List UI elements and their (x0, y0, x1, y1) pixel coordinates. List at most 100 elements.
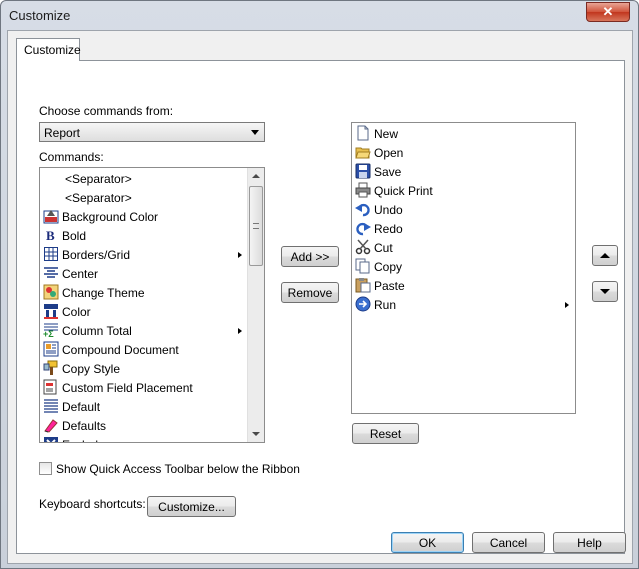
quick-access-item-label: Run (374, 298, 397, 312)
command-item-label: Compound Document (62, 343, 179, 357)
command-item-label: Bold (62, 229, 87, 243)
keyboard-customize-button[interactable]: Customize... (147, 496, 236, 517)
command-item-label: Exclude (62, 438, 105, 442)
dialog-body: Customize Choose commands from: Report C… (7, 30, 633, 564)
quick-access-item[interactable]: Run (352, 295, 575, 314)
exclude-icon (43, 436, 59, 442)
svg-text:+Σ: +Σ (43, 329, 54, 338)
redo-icon (355, 220, 371, 236)
quick-access-item[interactable]: Paste (352, 276, 575, 295)
command-item[interactable]: Change Theme (40, 283, 264, 302)
background-color-icon (43, 208, 59, 224)
command-item[interactable]: Copy Style (40, 359, 264, 378)
chevron-down-icon (251, 130, 259, 135)
column-total-icon: +Σ (43, 322, 59, 338)
color-icon (43, 303, 59, 319)
save-icon (355, 163, 371, 179)
cancel-button[interactable]: Cancel (472, 532, 545, 553)
quick-access-item[interactable]: Redo (352, 219, 575, 238)
command-item-label: Change Theme (62, 286, 145, 300)
command-item-label: <Separator> (65, 172, 132, 186)
copy-style-icon (43, 360, 59, 376)
default-icon (43, 398, 59, 414)
choose-commands-dropdown[interactable]: Report (39, 122, 265, 142)
center-align-icon (43, 265, 59, 281)
quick-access-item-label: Open (374, 146, 404, 160)
quick-access-item[interactable]: New (352, 124, 575, 143)
choose-commands-label: Choose commands from: (39, 104, 174, 118)
run-icon (355, 296, 371, 312)
command-item-label: Center (62, 267, 99, 281)
scroll-up-button[interactable] (248, 168, 264, 184)
commands-list[interactable]: Exclude Defaults Default Custom Field Place… (39, 167, 265, 443)
command-item[interactable]: Color (40, 302, 264, 321)
svg-text:B: B (46, 228, 55, 243)
quick-access-item-label: Redo (374, 222, 403, 236)
quick-access-list[interactable]: Run Paste Copy Cut Redo Undo Quick Print Save Op… (351, 122, 576, 414)
quick-access-item[interactable]: Save (352, 162, 575, 181)
command-item[interactable]: Exclude (40, 435, 264, 442)
submenu-arrow-icon (238, 328, 242, 334)
show-below-ribbon-label[interactable]: Show Quick Access Toolbar below the Ribb… (56, 462, 300, 476)
quick-access-item[interactable]: Undo (352, 200, 575, 219)
arrow-up-icon (600, 253, 610, 258)
scroll-thumb[interactable] (249, 186, 263, 266)
scroll-down-arrow-icon (252, 432, 260, 436)
undo-icon (355, 201, 371, 217)
bold-icon: B (43, 227, 59, 243)
scroll-down-button[interactable] (248, 426, 264, 442)
arrow-down-icon (600, 289, 610, 294)
keyboard-shortcuts-label: Keyboard shortcuts: (39, 497, 146, 511)
command-item-label: Background Color (62, 210, 159, 224)
grip-icon (253, 223, 259, 229)
close-icon: ✕ (602, 4, 614, 19)
copy-icon (355, 258, 371, 274)
commands-scrollbar[interactable] (247, 168, 264, 442)
help-button[interactable]: Help (553, 532, 626, 553)
reset-button[interactable]: Reset (352, 423, 419, 444)
command-item[interactable]: Borders/Grid (40, 245, 264, 264)
quick-access-item-label: Paste (374, 279, 405, 293)
add-button[interactable]: Add >> (281, 246, 339, 267)
command-item-label: Borders/Grid (62, 248, 131, 262)
change-theme-icon (43, 284, 59, 300)
submenu-arrow-icon (565, 302, 569, 308)
customize-dialog: Customize ✕ Customize Choose commands fr… (0, 0, 639, 569)
quick-access-item[interactable]: Cut (352, 238, 575, 257)
quick-access-item-label: Quick Print (374, 184, 433, 198)
window-title: Customize (9, 8, 71, 23)
command-item[interactable]: Center (40, 264, 264, 283)
quick-access-item-label: Save (374, 165, 402, 179)
command-item[interactable]: Background Color (40, 207, 264, 226)
choose-commands-value: Report (44, 126, 81, 140)
title-bar[interactable]: Customize ✕ (1, 1, 638, 31)
submenu-arrow-icon (238, 252, 242, 258)
command-item[interactable]: B Bold (40, 226, 264, 245)
move-down-button[interactable] (592, 281, 618, 302)
show-below-ribbon-checkbox[interactable] (39, 462, 52, 475)
command-item[interactable]: Compound Document (40, 340, 264, 359)
new-document-icon (355, 125, 371, 141)
commands-label: Commands: (39, 150, 104, 164)
paste-icon (355, 277, 371, 293)
custom-field-placement-icon (43, 379, 59, 395)
tab-customize[interactable]: Customize (16, 38, 81, 61)
quick-access-item[interactable]: Copy (352, 257, 575, 276)
close-button[interactable]: ✕ (586, 2, 630, 22)
command-item[interactable]: <Separator> (40, 169, 264, 188)
printer-icon (355, 182, 371, 198)
remove-button[interactable]: Remove (281, 282, 339, 303)
command-item[interactable]: Custom Field Placement (40, 378, 264, 397)
command-item[interactable]: <Separator> (40, 188, 264, 207)
ok-button[interactable]: OK (391, 532, 464, 553)
move-up-button[interactable] (592, 245, 618, 266)
command-item[interactable]: Defaults (40, 416, 264, 435)
command-item[interactable]: Default (40, 397, 264, 416)
command-item[interactable]: +Σ Column Total (40, 321, 264, 340)
quick-access-item[interactable]: Quick Print (352, 181, 575, 200)
quick-access-item[interactable]: Open (352, 143, 575, 162)
compound-document-icon (43, 341, 59, 357)
command-item-label: Copy Style (62, 362, 121, 376)
quick-access-item-label: New (374, 127, 399, 141)
command-item-label: Custom Field Placement (62, 381, 193, 395)
